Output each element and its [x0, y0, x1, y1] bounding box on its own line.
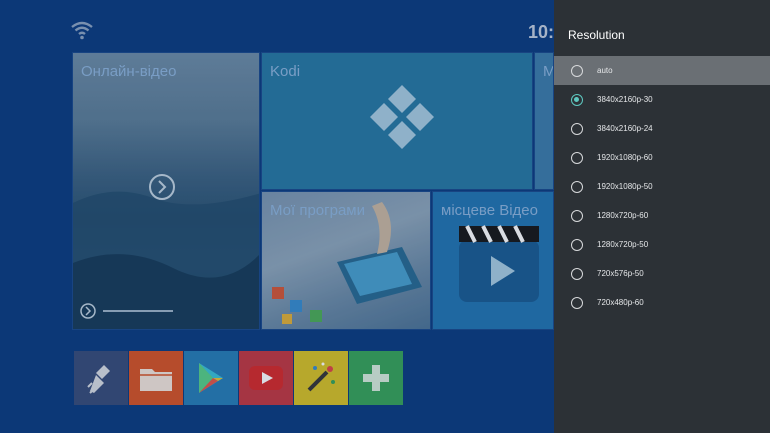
resolution-option-label: 1920x1080p-50 — [597, 182, 653, 191]
panel-title: Resolution — [568, 28, 625, 42]
resolution-option-label: 1920x1080p-60 — [597, 153, 653, 162]
resolution-option-label: 720x576p-50 — [597, 269, 644, 278]
resolution-option[interactable]: 720x480p-60 — [554, 288, 770, 317]
resolution-option[interactable]: 3840x2160p-30 — [554, 85, 770, 114]
resolution-option-label: 1280x720p-50 — [597, 240, 649, 249]
radio-button-icon — [571, 267, 583, 280]
resolution-option[interactable]: auto — [554, 56, 770, 85]
resolution-option[interactable]: 720x576p-50 — [554, 259, 770, 288]
radio-button-icon — [571, 209, 583, 222]
radio-button-icon — [571, 238, 583, 251]
radio-button-icon — [571, 151, 583, 164]
background-dim-overlay — [0, 0, 554, 433]
resolution-option[interactable]: 3840x2160p-24 — [554, 114, 770, 143]
resolution-panel: Resolution auto 3840x2160p-30 3840x2160p… — [554, 0, 770, 433]
radio-button-icon — [571, 122, 583, 135]
resolution-option[interactable]: 1920x1080p-50 — [554, 172, 770, 201]
radio-button-icon — [571, 180, 583, 193]
radio-button-icon — [571, 296, 583, 309]
resolution-option[interactable]: 1280x720p-50 — [554, 230, 770, 259]
resolution-option[interactable]: 1920x1080p-60 — [554, 143, 770, 172]
resolution-option-label: 1280x720p-60 — [597, 211, 649, 220]
radio-button-icon — [571, 64, 583, 77]
resolution-option-label: 3840x2160p-24 — [597, 124, 653, 133]
resolution-option-label: 3840x2160p-30 — [597, 95, 653, 104]
radio-button-icon — [571, 93, 583, 106]
resolution-option-label: 720x480p-60 — [597, 298, 644, 307]
resolution-options: auto 3840x2160p-30 3840x2160p-24 1920x10… — [554, 56, 770, 317]
resolution-option[interactable]: 1280x720p-60 — [554, 201, 770, 230]
resolution-option-label: auto — [597, 66, 613, 75]
